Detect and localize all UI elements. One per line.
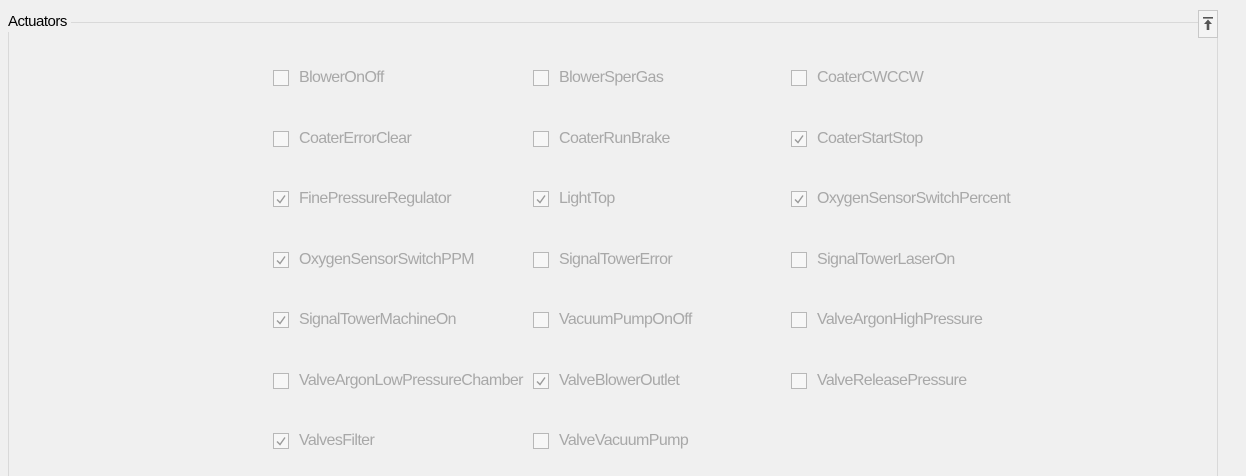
actuator-checkbox[interactable]: SignalTowerMachineOn: [273, 306, 457, 334]
actuator-checkbox[interactable]: VacuumPumpOnOff: [533, 306, 692, 334]
actuator-checkbox-label: FinePressureRegulator: [299, 190, 452, 207]
checkbox-unchecked-icon[interactable]: [533, 252, 549, 268]
actuator-checkbox-label: LightTop: [559, 190, 615, 207]
actuator-checkbox[interactable]: OxygenSensorSwitchPercent: [791, 185, 1011, 213]
actuator-checkbox-label: CoaterRunBrake: [559, 130, 670, 147]
checkmark-icon: [276, 195, 286, 204]
actuator-checkbox-label: OxygenSensorSwitchPPM: [299, 251, 475, 268]
checkbox-checked-icon[interactable]: [533, 191, 549, 207]
actuator-checkbox-label: OxygenSensorSwitchPercent: [817, 190, 1011, 207]
checkbox-unchecked-icon[interactable]: [791, 70, 807, 86]
actuator-checkbox-label: CoaterErrorClear: [299, 130, 412, 147]
checkbox-unchecked-icon[interactable]: [791, 373, 807, 389]
checkbox-unchecked-icon[interactable]: [533, 70, 549, 86]
actuator-checkbox-label: BlowerSperGas: [559, 69, 664, 86]
actuator-checkbox-label: ValveArgonHighPressure: [817, 311, 983, 328]
checkbox-unchecked-icon[interactable]: [791, 252, 807, 268]
collapse-up-icon: [1203, 17, 1213, 31]
actuator-checkbox-label: ValveVacuumPump: [559, 432, 689, 449]
actuator-checkbox[interactable]: FinePressureRegulator: [273, 185, 452, 213]
actuator-checkbox[interactable]: CoaterErrorClear: [273, 125, 412, 153]
actuator-checkbox-label: CoaterStartStop: [817, 130, 923, 147]
checkmark-icon: [794, 195, 804, 204]
checkmark-icon: [536, 195, 546, 204]
checkbox-unchecked-icon[interactable]: [791, 312, 807, 328]
actuator-checkbox[interactable]: SignalTowerError: [533, 246, 673, 274]
actuator-checkbox[interactable]: ValveArgonLowPressureChamber: [273, 367, 524, 395]
group-border-left: [8, 22, 9, 476]
checkbox-checked-icon[interactable]: [273, 191, 289, 207]
actuator-checkbox[interactable]: CoaterStartStop: [791, 125, 923, 153]
actuator-checkbox-label: SignalTowerMachineOn: [299, 311, 457, 328]
group-border-top: [8, 22, 1218, 23]
checkbox-checked-icon[interactable]: [533, 373, 549, 389]
actuator-checkbox-label: SignalTowerError: [559, 251, 673, 268]
actuator-checkbox[interactable]: BlowerSperGas: [533, 64, 664, 92]
collapse-button[interactable]: [1198, 10, 1218, 38]
actuator-checkbox-label: BlowerOnOff: [299, 69, 384, 86]
checkbox-checked-icon[interactable]: [791, 191, 807, 207]
actuator-checkbox[interactable]: ValveReleasePressure: [791, 367, 967, 395]
checkmark-icon: [276, 437, 286, 446]
actuators-panel: Actuators BlowerOnOff BlowerSperGas Coater…: [0, 0, 1246, 476]
checkbox-unchecked-icon[interactable]: [533, 131, 549, 147]
checkmark-icon: [536, 377, 546, 386]
checkbox-unchecked-icon[interactable]: [273, 373, 289, 389]
actuator-checkbox[interactable]: CoaterCWCCW: [791, 64, 924, 92]
checkmark-icon: [276, 256, 286, 265]
checkbox-checked-icon[interactable]: [791, 131, 807, 147]
checkbox-checked-icon[interactable]: [273, 433, 289, 449]
actuator-checkbox[interactable]: ValveVacuumPump: [533, 427, 689, 455]
actuator-checkbox[interactable]: ValveArgonHighPressure: [791, 306, 983, 334]
actuator-checkbox[interactable]: CoaterRunBrake: [533, 125, 670, 153]
actuator-checkbox-label: ValveReleasePressure: [817, 372, 967, 389]
actuator-checkbox[interactable]: SignalTowerLaserOn: [791, 246, 955, 274]
actuator-checkbox[interactable]: BlowerOnOff: [273, 64, 384, 92]
actuator-checkbox-label: CoaterCWCCW: [817, 69, 924, 86]
group-border-right: [1217, 22, 1218, 476]
checkbox-unchecked-icon[interactable]: [533, 433, 549, 449]
checkbox-checked-icon[interactable]: [273, 312, 289, 328]
checkbox-checked-icon[interactable]: [273, 252, 289, 268]
checkbox-unchecked-icon[interactable]: [273, 131, 289, 147]
actuator-checkbox-label: SignalTowerLaserOn: [817, 251, 955, 268]
actuator-checkbox-label: ValveArgonLowPressureChamber: [299, 372, 524, 389]
actuator-checkbox[interactable]: LightTop: [533, 185, 615, 213]
actuator-checkbox[interactable]: OxygenSensorSwitchPPM: [273, 246, 475, 274]
checkmark-icon: [794, 135, 804, 144]
group-title: Actuators: [6, 12, 71, 32]
actuator-checkbox-label: ValvesFilter: [299, 432, 375, 449]
checkbox-unchecked-icon[interactable]: [273, 70, 289, 86]
actuator-checkbox-label: ValveBlowerOutlet: [559, 372, 680, 389]
actuator-checkbox-label: VacuumPumpOnOff: [559, 311, 692, 328]
actuator-checkbox[interactable]: ValvesFilter: [273, 427, 375, 455]
checkbox-unchecked-icon[interactable]: [533, 312, 549, 328]
actuator-checkbox[interactable]: ValveBlowerOutlet: [533, 367, 680, 395]
checkmark-icon: [276, 316, 286, 325]
